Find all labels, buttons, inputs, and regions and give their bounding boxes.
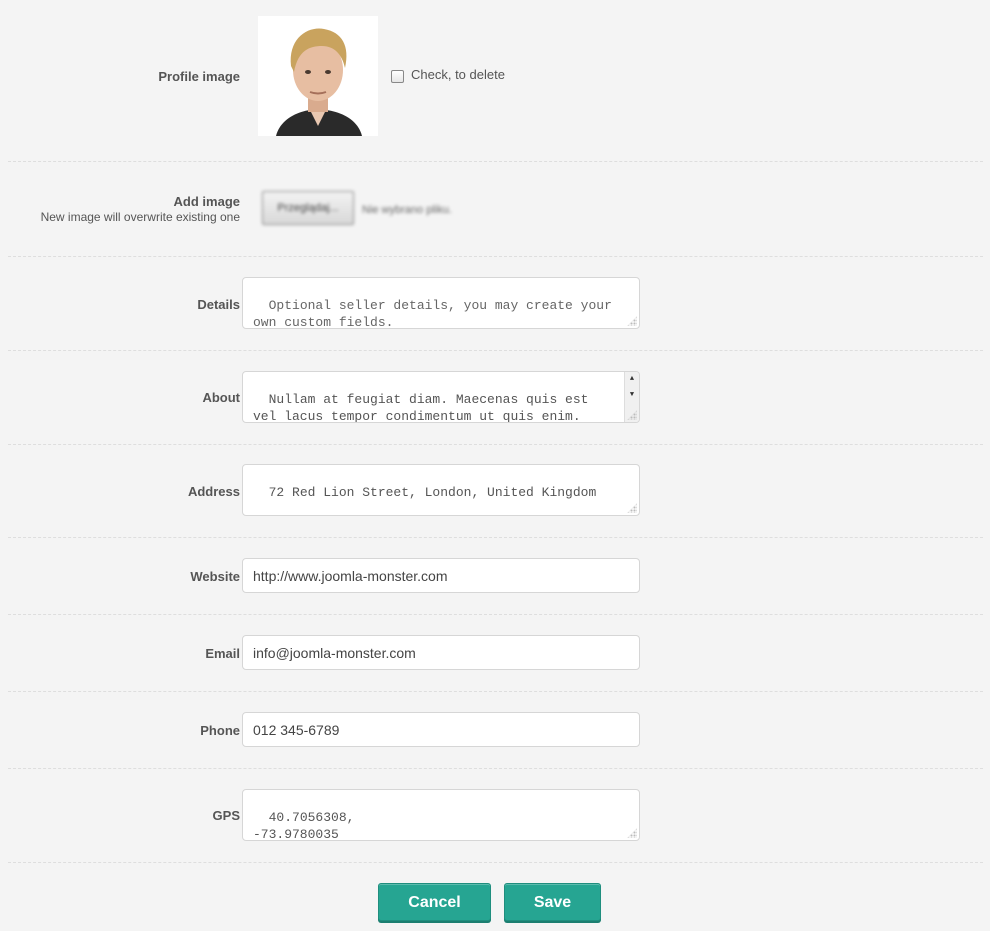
gps-label: GPS [212, 808, 240, 823]
about-value: Nullam at feugiat diam. Maecenas quis es… [253, 392, 589, 423]
delete-image-label: Check, to delete [411, 67, 505, 82]
address-textarea[interactable]: 72 Red Lion Street, London, United Kingd… [242, 464, 640, 516]
resize-grip-icon[interactable] [627, 828, 637, 838]
website-label: Website [190, 569, 240, 584]
gps-value: 40.7056308, -73.9780035 [253, 810, 355, 841]
address-label: Address [187, 484, 240, 499]
add-image-row: Add image New image will overwrite exist… [8, 162, 983, 257]
profile-photo [258, 16, 378, 136]
about-textarea[interactable]: Nullam at feugiat diam. Maecenas quis es… [242, 371, 640, 423]
resize-grip-icon[interactable] [627, 316, 637, 326]
file-status-text: Nie wybrano pliku. [362, 204, 452, 216]
scroll-up-icon[interactable]: ▲ [625, 372, 639, 386]
website-input[interactable]: http://www.joomla-monster.com [242, 558, 640, 593]
phone-input[interactable]: 012 345-6789 [242, 712, 640, 747]
cancel-button[interactable]: Cancel [378, 883, 491, 921]
email-input[interactable]: info@joomla-monster.com [242, 635, 640, 670]
details-textarea[interactable]: Optional seller details, you may create … [242, 277, 640, 329]
about-label: About [202, 390, 240, 405]
save-button[interactable]: Save [504, 883, 601, 921]
delete-image-checkbox[interactable] [391, 70, 404, 83]
address-value: 72 Red Lion Street, London, United Kingd… [268, 485, 597, 500]
scroll-down-icon[interactable]: ▼ [625, 388, 639, 402]
resize-grip-icon[interactable] [627, 503, 637, 513]
email-label: Email [205, 646, 240, 661]
profile-image-label: Profile image [158, 69, 240, 84]
gps-textarea[interactable]: 40.7056308, -73.9780035 [242, 789, 640, 841]
add-image-label: Add image [173, 194, 240, 209]
add-image-sublabel: New image will overwrite existing one [40, 210, 240, 224]
details-placeholder: Optional seller details, you may create … [253, 298, 620, 329]
browse-file-button[interactable]: Przeglądaj... [262, 191, 354, 225]
details-label: Details [197, 297, 240, 312]
phone-label: Phone [200, 723, 240, 738]
